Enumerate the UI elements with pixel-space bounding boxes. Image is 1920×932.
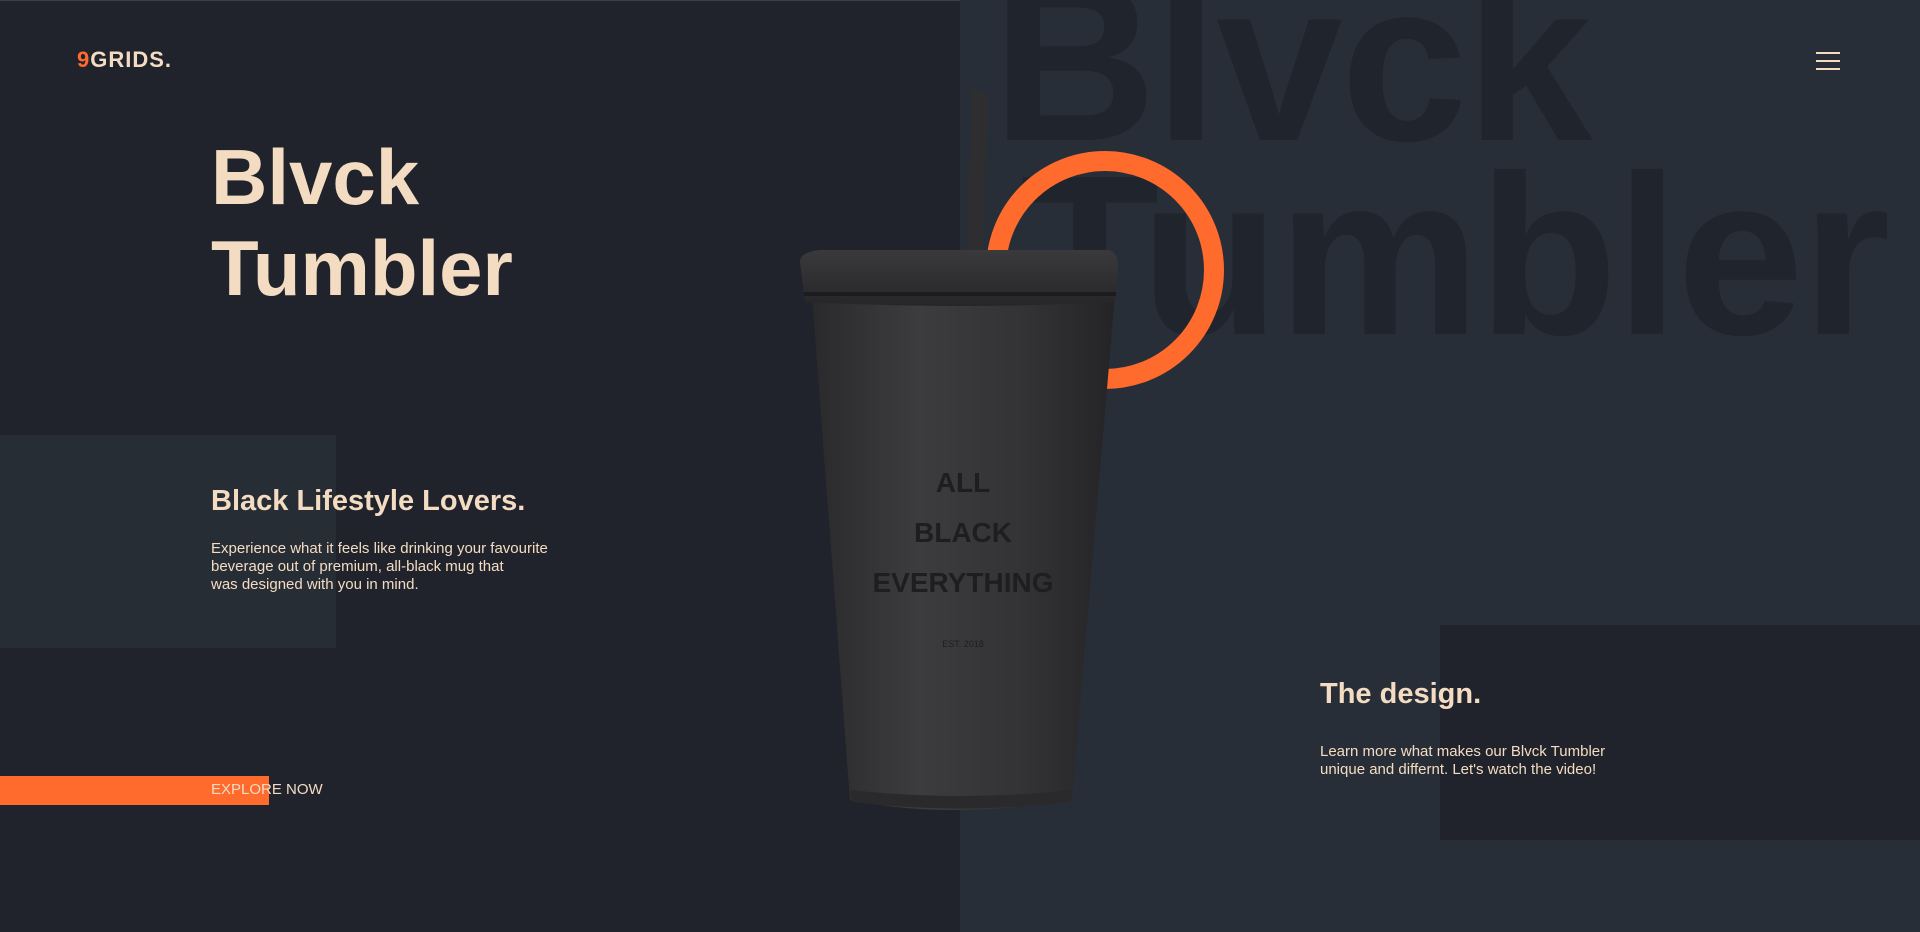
intro-subtitle: Black Lifestyle Lovers. — [211, 485, 526, 517]
lid-rim — [804, 292, 1116, 296]
logo-number: 9 — [77, 47, 91, 72]
hero-title: Blvck Tumbler — [211, 132, 513, 314]
design-description: Learn more what makes our Blvck Tumbler … — [1320, 743, 1650, 779]
right-accent-block — [1440, 625, 1920, 840]
menu-line — [1816, 52, 1840, 54]
intro-description: Experience what it feels like drinking y… — [211, 540, 581, 594]
design-description-line: unique and differnt. Let's watch the vid… — [1320, 761, 1597, 778]
print-line-all: ALL — [936, 467, 990, 498]
straw — [966, 90, 988, 260]
logo-text: GRIDS. — [90, 47, 173, 72]
menu-line — [1816, 68, 1840, 70]
intro-description-line: beverage out of premium, all-black mug t… — [211, 558, 504, 575]
logo[interactable]: 9GRIDS. — [77, 47, 172, 73]
menu-line — [1816, 60, 1840, 62]
intro-description-line: was designed with you in mind. — [211, 576, 419, 593]
print-line-everything: EVERYTHING — [873, 567, 1054, 598]
print-line-black: BLACK — [914, 517, 1012, 548]
design-description-line: Learn more what makes our Blvck Tumbler — [1320, 743, 1606, 760]
print-est: EST. 2018 — [942, 639, 984, 649]
cup-body — [812, 295, 1115, 810]
tumbler-product-image: ALL BLACK EVERYTHING EST. 2018 — [800, 90, 1224, 810]
design-title: The design. — [1320, 678, 1482, 710]
intro-description-line: Experience what it feels like drinking y… — [211, 540, 548, 557]
explore-now-button[interactable]: EXPLORE NOW — [211, 781, 323, 798]
landing-page: Blvck Tumbler 9GRIDS. Blvck Tumbler Blac… — [0, 0, 1920, 932]
hero-title-line-1: Blvck — [211, 133, 420, 221]
hamburger-menu-icon[interactable] — [1816, 50, 1842, 72]
cup-lid — [800, 250, 1118, 306]
hero-title-line-2: Tumbler — [211, 224, 513, 312]
